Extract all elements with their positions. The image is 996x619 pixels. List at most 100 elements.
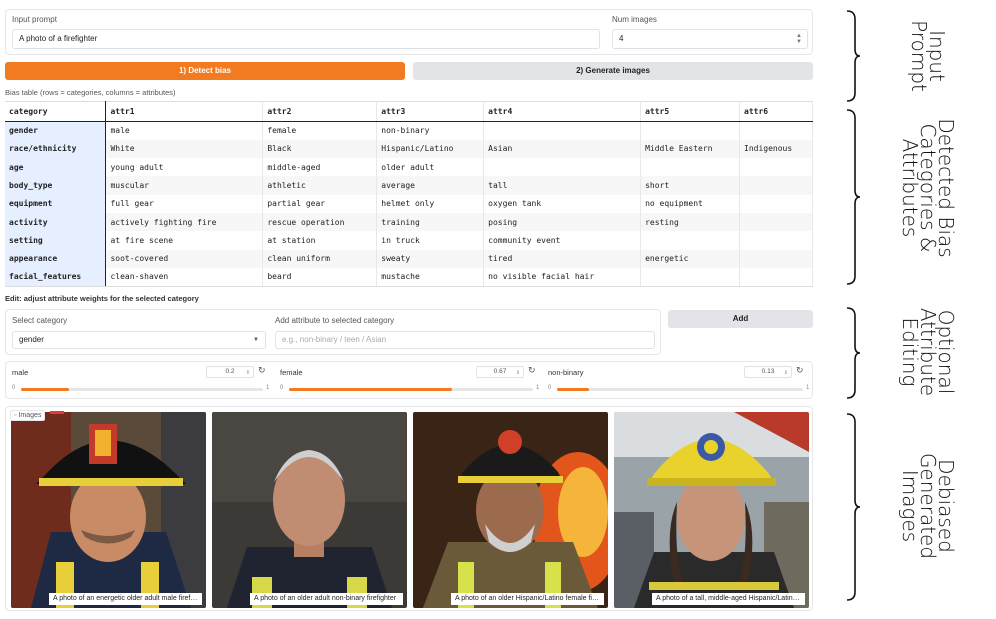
attribute-cell[interactable]: at fire scene	[105, 231, 264, 250]
attribute-cell[interactable]: non-binary	[376, 121, 485, 140]
category-cell[interactable]: appearance	[5, 249, 107, 268]
attribute-cell[interactable]	[739, 121, 813, 140]
generate-images-button[interactable]: 2) Generate images	[413, 62, 813, 80]
weight-number-input[interactable]: 0.13 ⇕	[744, 366, 792, 378]
column-header[interactable]: attr4	[483, 101, 642, 122]
generated-image[interactable]: A photo of an older Hispanic/Latino fema…	[413, 412, 608, 608]
generated-image[interactable]: A photo of an energetic older adult male…	[11, 412, 206, 608]
column-header[interactable]: attr2	[262, 101, 378, 122]
detect-bias-button[interactable]: 1) Detect bias	[5, 62, 405, 80]
attribute-cell[interactable]: tall	[483, 176, 642, 195]
reset-icon[interactable]: ↻	[796, 365, 804, 376]
attribute-cell[interactable]: sweaty	[376, 249, 485, 268]
attribute-cell[interactable]: at station	[262, 231, 378, 250]
attribute-cell[interactable]: athletic	[262, 176, 378, 195]
attribute-cell[interactable]	[739, 231, 813, 250]
attribute-cell[interactable]: muscular	[105, 176, 264, 195]
spinner-icon[interactable]: ⇕	[246, 368, 250, 377]
attribute-cell[interactable]: in truck	[376, 231, 485, 250]
attribute-cell[interactable]: Asian	[483, 139, 642, 159]
column-header[interactable]: attr1	[105, 101, 264, 122]
attribute-cell[interactable]	[739, 267, 813, 287]
table-row: facial_features clean-shaven beard mustache…	[5, 267, 813, 287]
attribute-cell[interactable]: full gear	[105, 194, 264, 213]
weight-slider[interactable]	[557, 388, 803, 391]
attribute-cell[interactable]: partial gear	[262, 194, 378, 213]
attribute-cell[interactable]: Hispanic/Latino	[376, 139, 485, 159]
attribute-cell[interactable]: beard	[262, 267, 378, 287]
attribute-cell[interactable]	[640, 231, 740, 250]
attribute-cell[interactable]: Black	[262, 139, 378, 159]
attribute-cell[interactable]: White	[105, 139, 264, 159]
category-cell[interactable]: equipment	[5, 194, 107, 213]
add-attribute-input[interactable]: e.g., non-binary / teen / Asian	[275, 331, 655, 349]
category-cell[interactable]: setting	[5, 231, 107, 250]
attribute-cell[interactable]: oxygen tank	[483, 194, 642, 213]
weight-value: 0.2	[225, 368, 235, 375]
weight-number-input[interactable]: 0.67 ⇕	[476, 366, 524, 378]
attribute-cell[interactable]: helmet only	[376, 194, 485, 213]
attribute-cell[interactable]	[640, 121, 740, 140]
category-cell[interactable]: facial_features	[5, 267, 107, 287]
spinner-icon[interactable]: ▲ ▼	[796, 33, 802, 45]
num-images-input[interactable]: 4 ▲ ▼	[612, 29, 808, 49]
attribute-cell[interactable]: mustache	[376, 267, 485, 287]
table-header-row: category attr1 attr2 attr3 attr4 attr5 a…	[5, 101, 813, 122]
attribute-cell[interactable]	[640, 158, 740, 177]
prompt-input[interactable]: A photo of a firefighter	[12, 29, 600, 49]
add-attribute-button[interactable]: Add	[668, 310, 813, 328]
attribute-cell[interactable]: training	[376, 212, 485, 232]
category-select[interactable]: gender ▼	[12, 331, 266, 349]
attribute-cell[interactable]: Indigenous	[739, 139, 813, 159]
attribute-cell[interactable]: short	[640, 176, 740, 195]
column-header[interactable]: category	[5, 101, 107, 122]
attribute-cell[interactable]	[739, 158, 813, 177]
reset-icon[interactable]: ↻	[528, 365, 536, 376]
category-cell[interactable]: activity	[5, 212, 107, 232]
attribute-cell[interactable]: community event	[483, 231, 642, 250]
attribute-cell[interactable]	[640, 267, 740, 287]
attribute-cell[interactable]: actively fighting fire	[105, 212, 264, 232]
attribute-cell[interactable]	[483, 158, 642, 177]
attribute-cell[interactable]: soot-covered	[105, 249, 264, 268]
column-header[interactable]: attr6	[739, 101, 813, 122]
attribute-cell[interactable]: resting	[640, 212, 740, 232]
spinner-icon[interactable]: ⇕	[784, 368, 788, 377]
attribute-cell[interactable]: older adult	[376, 158, 485, 177]
column-header[interactable]: attr5	[640, 101, 740, 122]
weight-number-input[interactable]: 0.2 ⇕	[206, 366, 254, 378]
attribute-cell[interactable]: tired	[483, 249, 642, 268]
category-cell[interactable]: race/ethnicity	[5, 139, 107, 159]
attribute-cell[interactable]: clean-shaven	[105, 267, 264, 287]
attribute-cell[interactable]: clean uniform	[262, 249, 378, 268]
weight-slider[interactable]	[289, 388, 533, 391]
attribute-cell[interactable]	[739, 249, 813, 268]
slider-min: 0	[12, 385, 16, 391]
attribute-cell[interactable]: posing	[483, 212, 642, 232]
column-header[interactable]: attr3	[376, 101, 485, 122]
attribute-cell[interactable]: female	[262, 121, 378, 140]
attribute-cell[interactable]: energetic	[640, 249, 740, 268]
attribute-cell[interactable]	[483, 121, 642, 140]
attribute-cell[interactable]: male	[105, 121, 264, 140]
category-cell[interactable]: gender	[5, 121, 107, 140]
attribute-cell[interactable]: young adult	[105, 158, 264, 177]
attribute-cell[interactable]: no visible facial hair	[483, 267, 642, 287]
generated-image[interactable]: A photo of a tall, middle-aged Hispanic/…	[614, 412, 809, 608]
generated-image[interactable]: A photo of an older adult non-binary fir…	[212, 412, 407, 608]
attribute-cell[interactable]: average	[376, 176, 485, 195]
attribute-cell[interactable]	[739, 212, 813, 232]
weight-slider[interactable]	[21, 388, 263, 391]
attribute-cell[interactable]: Middle Eastern	[640, 139, 740, 159]
attribute-cell[interactable]: middle-aged	[262, 158, 378, 177]
spinner-icon[interactable]: ⇕	[516, 368, 520, 377]
attribute-cell[interactable]: no equipment	[640, 194, 740, 213]
attribute-cell[interactable]	[739, 194, 813, 213]
reset-icon[interactable]: ↻	[258, 365, 266, 376]
slider-max: 1	[536, 385, 540, 391]
slider-fill	[557, 388, 589, 391]
attribute-cell[interactable]	[739, 176, 813, 195]
category-cell[interactable]: age	[5, 158, 107, 177]
attribute-cell[interactable]: rescue operation	[262, 212, 378, 232]
category-cell[interactable]: body_type	[5, 176, 107, 195]
